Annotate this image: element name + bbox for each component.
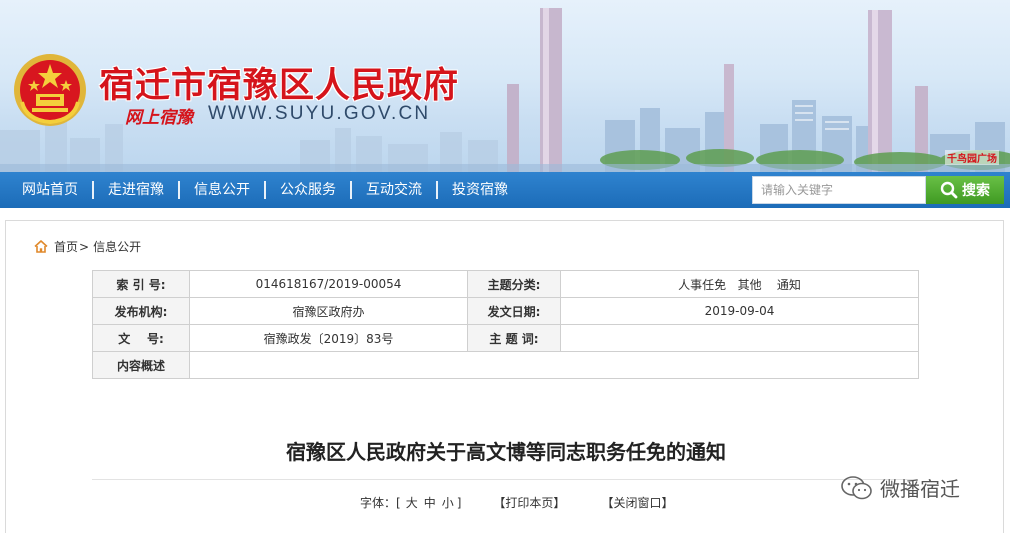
print-page-link[interactable]: 【打印本页】 xyxy=(493,494,565,511)
nav-item-home[interactable]: 网站首页 xyxy=(8,172,92,208)
search-button[interactable]: 搜索 xyxy=(926,176,1004,204)
keywords-value xyxy=(560,324,919,352)
index-number-label: 索 引 号: xyxy=(92,270,190,298)
wechat-watermark: 微播宿迁 xyxy=(840,473,960,502)
breadcrumb: 首页 > 信息公开 xyxy=(34,238,141,255)
wechat-icon xyxy=(841,475,872,499)
site-title: 宿迁市宿豫区人民政府 xyxy=(99,65,460,106)
header-banner: 宿迁市宿豫区人民政府 网上宿豫 WWW.SUYU.GOV.CN 千鸟园广场 xyxy=(0,0,1010,172)
font-size-large-link[interactable]: 大 xyxy=(406,494,418,511)
index-number-value: 014618167/2019-00054 xyxy=(189,270,468,298)
nav-item-info-disclosure[interactable]: 信息公开 xyxy=(180,172,264,208)
publisher-value: 宿豫区政府办 xyxy=(189,297,468,325)
home-icon xyxy=(34,240,48,253)
breadcrumb-current[interactable]: 信息公开 xyxy=(93,238,141,255)
close-window-link[interactable]: 【关闭窗口】 xyxy=(601,494,673,511)
site-slogan: 网上宿豫 xyxy=(125,108,193,128)
font-size-small-link[interactable]: 小 xyxy=(442,494,454,511)
nav-divider xyxy=(92,181,94,199)
table-row: 内容概述 xyxy=(92,351,919,379)
publisher-label: 发布机构: xyxy=(92,297,190,325)
magnifier-icon xyxy=(940,181,958,199)
nav-divider xyxy=(436,181,438,199)
watermark-text: 微播宿迁 xyxy=(880,477,960,501)
document-meta-table: 索 引 号: 014618167/2019-00054 主题分类: 人事任免 其… xyxy=(92,270,919,379)
table-row: 索 引 号: 014618167/2019-00054 主题分类: 人事任免 其… xyxy=(92,270,919,298)
summary-label: 内容概述 xyxy=(92,351,190,379)
category-label: 主题分类: xyxy=(467,270,561,298)
nav-item-about[interactable]: 走进宿豫 xyxy=(94,172,178,208)
nav-item-interaction[interactable]: 互动交流 xyxy=(352,172,436,208)
nav-divider xyxy=(264,181,266,199)
document-number-value: 宿豫政发〔2019〕83号 xyxy=(189,324,468,352)
keywords-label: 主 题 词: xyxy=(467,324,561,352)
search-button-label: 搜索 xyxy=(962,183,990,199)
place-tag: 千鸟园广场 xyxy=(945,150,999,165)
category-value: 人事任免 其他 通知 xyxy=(560,270,919,298)
nav-list: 网站首页 走进宿豫 信息公开 公众服务 互动交流 投资宿豫 xyxy=(8,172,522,208)
breadcrumb-home-link[interactable]: 首页 xyxy=(54,238,78,255)
search-input[interactable] xyxy=(752,176,926,204)
title-divider xyxy=(92,479,918,480)
issue-date-value: 2019-09-04 xyxy=(560,297,919,325)
article-tools: 字体：[ 大 中 小 ] 【打印本页】 【关闭窗口】 xyxy=(360,494,673,511)
summary-value xyxy=(189,351,919,379)
table-row: 发布机构: 宿豫区政府办 发文日期: 2019-09-04 xyxy=(92,297,919,325)
nav-item-public-service[interactable]: 公众服务 xyxy=(266,172,350,208)
font-size-label: 字体：[ xyxy=(360,496,401,510)
font-size-bracket: ] xyxy=(456,495,462,510)
breadcrumb-separator: > xyxy=(79,239,90,254)
site-url: WWW.SUYU.GOV.CN xyxy=(208,103,431,124)
article-title: 宿豫区人民政府关于高文博等同志职务任免的通知 xyxy=(286,440,726,464)
font-size-medium-link[interactable]: 中 xyxy=(424,494,436,511)
table-row: 文 号: 宿豫政发〔2019〕83号 主 题 词: xyxy=(92,324,919,352)
nav-item-investment[interactable]: 投资宿豫 xyxy=(438,172,522,208)
document-number-label: 文 号: xyxy=(92,324,190,352)
nav-divider xyxy=(350,181,352,199)
issue-date-label: 发文日期: xyxy=(467,297,561,325)
nav-divider xyxy=(178,181,180,199)
national-emblem-icon xyxy=(14,54,86,126)
